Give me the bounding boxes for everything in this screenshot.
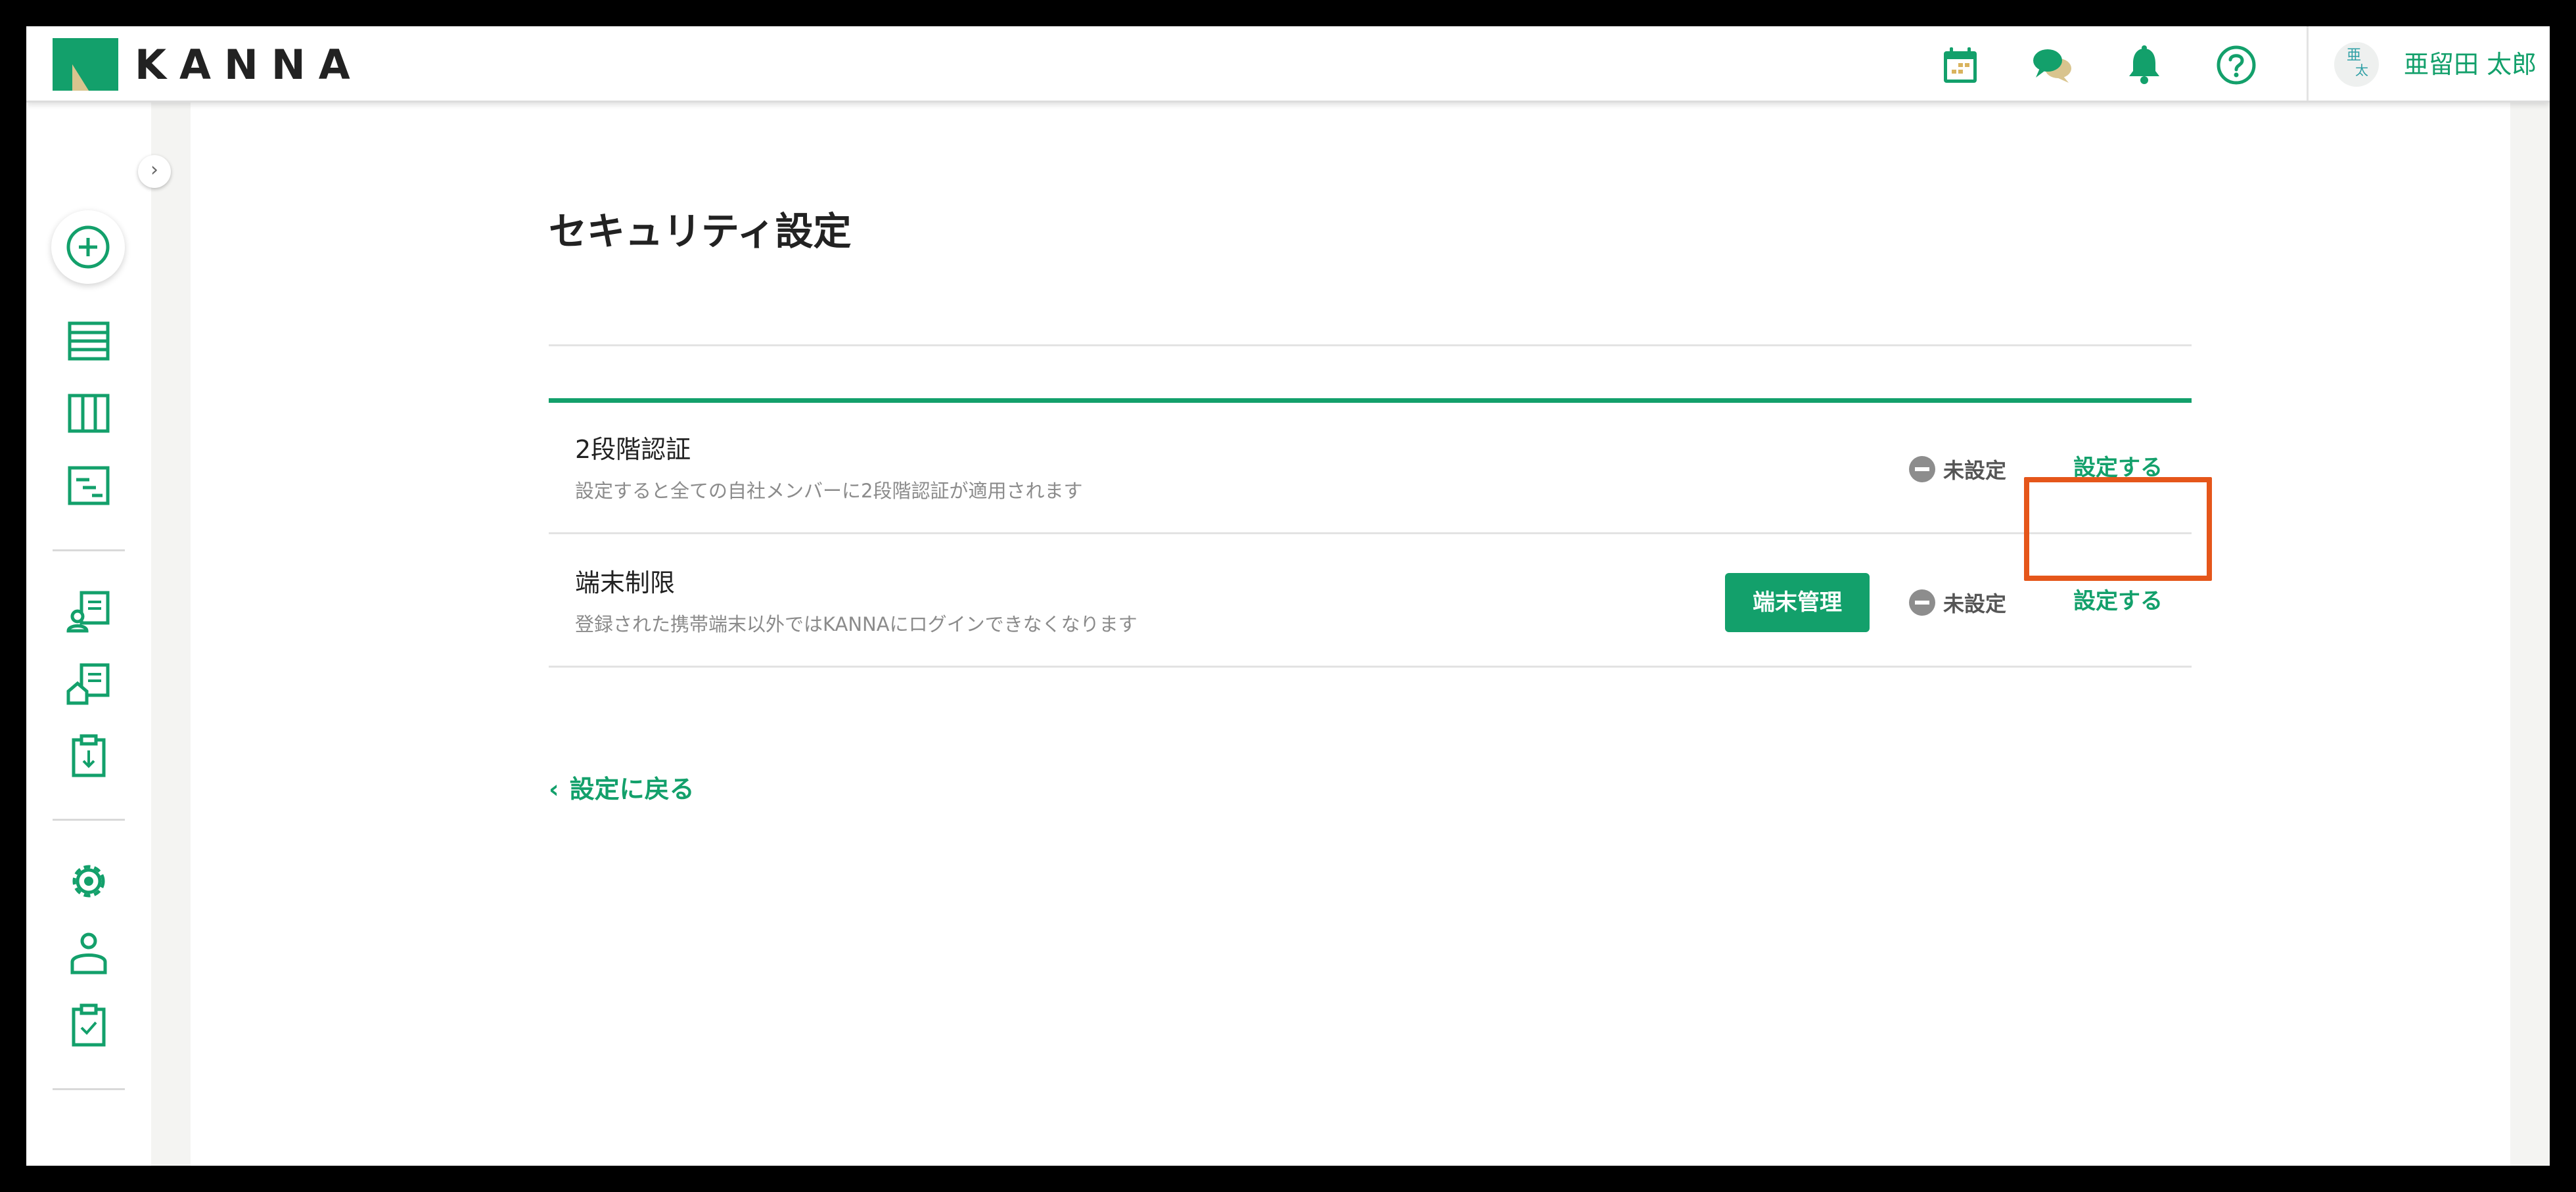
sidebar-separator — [53, 1088, 125, 1090]
avatar-initial-1: 亜 — [2346, 47, 2361, 64]
minus-circle-icon — [1909, 456, 1935, 482]
main-content: セキュリティ設定 2段階認証 設定すると全ての自社メンバーに2段階認証が適用され… — [191, 103, 2510, 1166]
checklist-icon[interactable] — [66, 1003, 112, 1049]
status-text: 未設定 — [1943, 458, 2007, 483]
sidebar — [26, 103, 151, 1166]
kanna-logo[interactable] — [53, 38, 118, 91]
help-icon[interactable] — [2215, 43, 2258, 87]
sidebar-collapse-button[interactable]: › — [138, 155, 171, 188]
sidebar-separator — [53, 549, 125, 551]
logo-text: KANNA — [135, 41, 363, 89]
chat-icon[interactable] — [2031, 43, 2074, 87]
header-divider — [2307, 26, 2309, 101]
device-management-button[interactable]: 端末管理 — [1725, 573, 1870, 632]
add-icon — [66, 225, 110, 269]
member-icon[interactable] — [66, 930, 112, 976]
top-header: KANNA 亜 太 亜留田 太郎 — [26, 26, 2550, 103]
user-avatar[interactable]: 亜 太 — [2334, 42, 2379, 87]
status-badge: 未設定 — [1909, 586, 2006, 619]
minus-circle-icon — [1909, 589, 1935, 616]
setting-row-device-restriction: 端末制限 登録された携帯端末以外ではKANNAにログインできなくなります 端末管… — [549, 536, 2192, 668]
status-text: 未設定 — [1943, 591, 2007, 616]
calendar-icon[interactable] — [1939, 43, 1982, 87]
setting-title: 端末制限 — [575, 568, 676, 597]
add-button[interactable] — [51, 210, 125, 284]
setting-description: 登録された携帯端末以外ではKANNAにログインできなくなります — [575, 613, 1138, 635]
back-link-label: 設定に戻る — [569, 775, 695, 804]
setting-title: 2段階認証 — [575, 435, 691, 464]
download-doc-icon[interactable] — [66, 733, 112, 779]
avatar-initial-2: 太 — [2355, 62, 2368, 78]
building-icon[interactable] — [66, 661, 112, 707]
settings-icon[interactable] — [66, 858, 112, 904]
status-badge: 未設定 — [1909, 453, 2006, 486]
list-icon[interactable] — [66, 318, 112, 364]
project-user-icon[interactable] — [66, 589, 112, 635]
chevron-left-icon: ‹ — [549, 775, 559, 804]
two-factor-setup-button[interactable]: 設定する — [2073, 451, 2163, 484]
title-divider — [549, 344, 2192, 346]
table-top-border — [549, 398, 2192, 403]
setting-description: 設定すると全ての自社メンバーに2段階認証が適用されます — [575, 480, 1083, 502]
sidebar-separator — [53, 819, 125, 821]
back-to-settings-link[interactable]: ‹ 設定に戻る — [549, 773, 695, 806]
gantt-icon[interactable] — [66, 463, 112, 509]
page-title: セキュリティ設定 — [549, 209, 852, 254]
app-window: KANNA 亜 太 亜留田 太郎 › セキュリティ設定 2段階認証 設定すると全… — [26, 26, 2550, 1166]
device-restriction-setup-button[interactable]: 設定する — [2073, 585, 2163, 618]
user-name[interactable]: 亜留田 太郎 — [2404, 49, 2537, 80]
board-icon[interactable] — [66, 390, 112, 436]
setting-row-two-factor: 2段階認証 設定すると全ての自社メンバーに2段階認証が適用されます 未設定 設定… — [549, 403, 2192, 534]
bell-icon[interactable] — [2123, 43, 2166, 87]
